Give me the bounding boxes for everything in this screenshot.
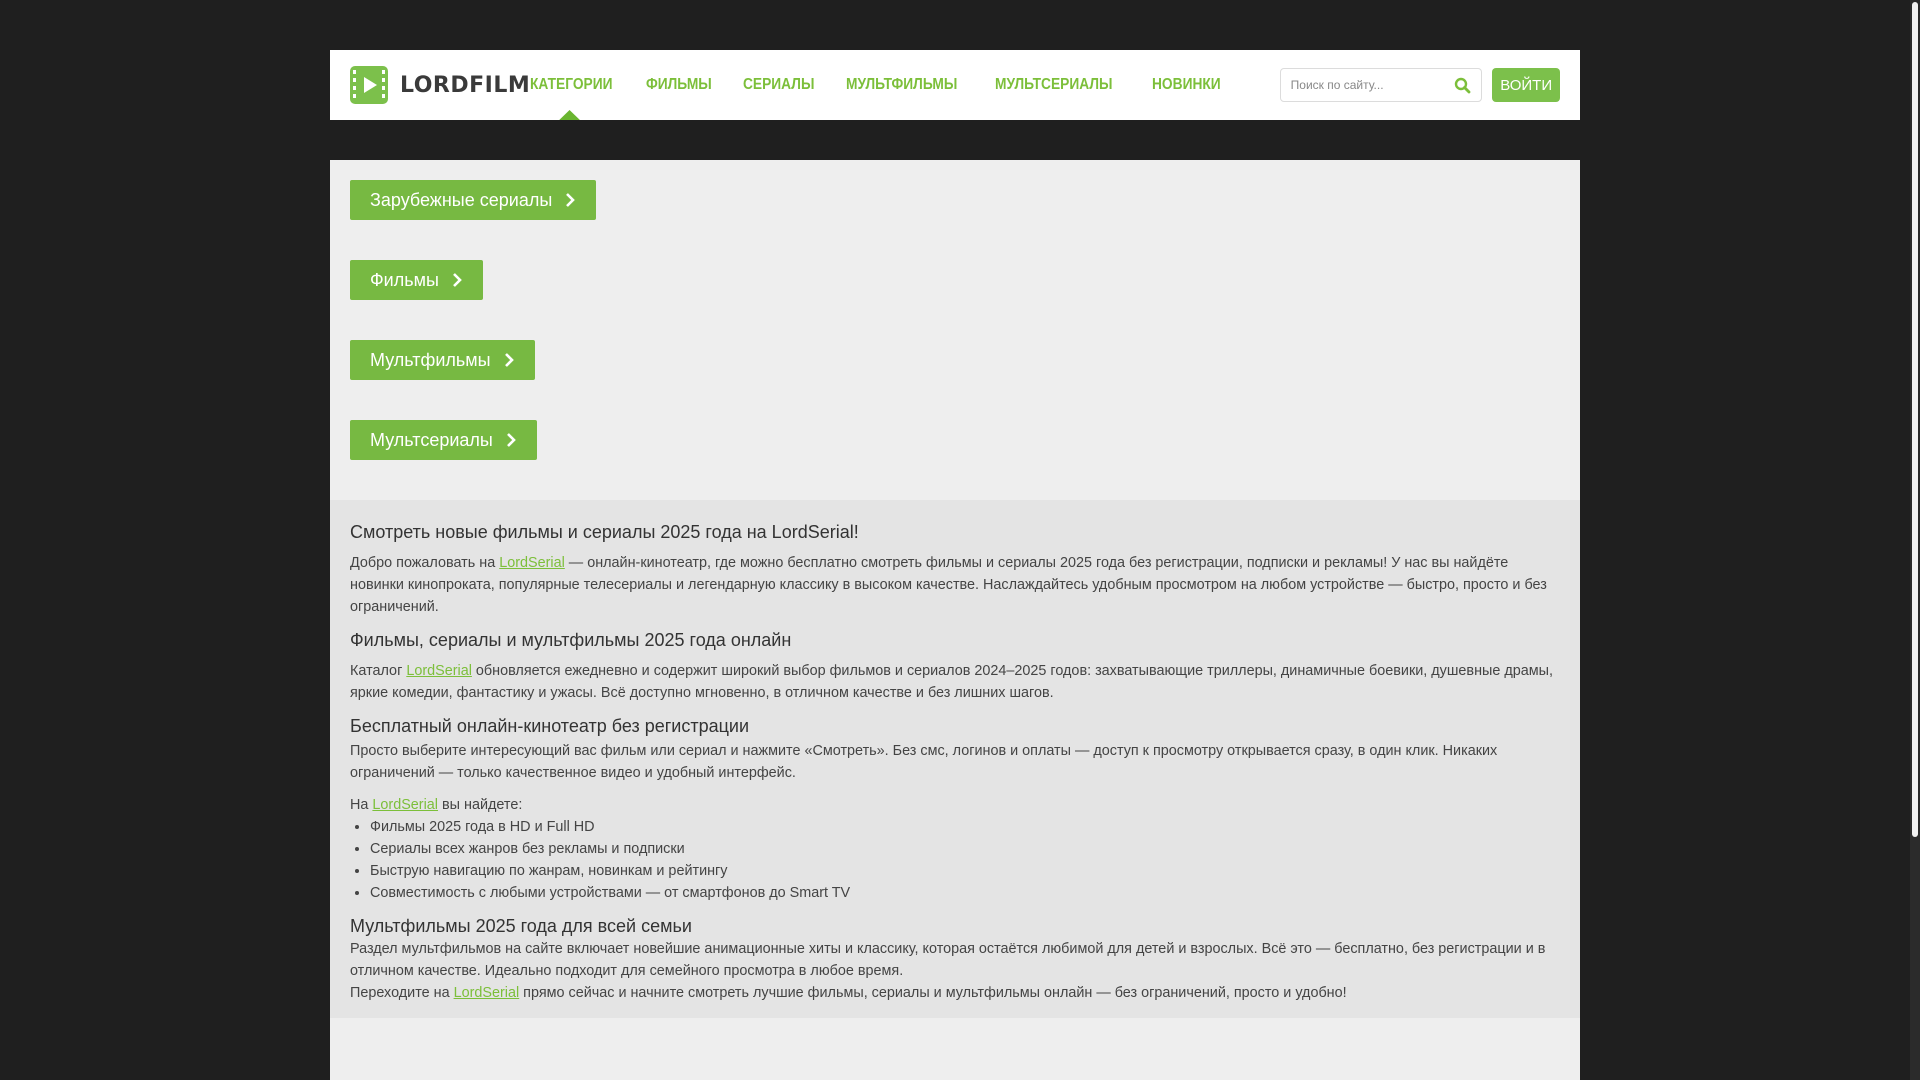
section-heading: Фильмы, сериалы и мультфильмы 2025 года … (350, 630, 792, 650)
site-logo[interactable]: LORDFILM (350, 66, 530, 104)
nav-cartoon-series[interactable]: МУЛЬТСЕРИАЛЫ (995, 50, 1112, 120)
paragraph: Каталог LordSerial обновляется ежедневно… (350, 663, 1554, 701)
section-heading: Бесплатный онлайн-кинотеатр без регистра… (350, 716, 750, 736)
section-heading: Мультфильмы 2025 года для всей семьи (350, 916, 692, 936)
nav-categories[interactable]: КАТЕГОРИИ (530, 50, 613, 120)
search-box (1279, 68, 1483, 102)
list-item: Фильмы 2025 года в HD и Full HD (370, 816, 1560, 838)
film-play-icon (350, 66, 388, 104)
chevron-right-icon (566, 193, 576, 207)
chevron-right-icon (453, 273, 462, 287)
lordserial-link[interactable]: LordSerial (372, 797, 438, 813)
nav-films[interactable]: ФИЛЬМЫ (646, 50, 712, 120)
search-input[interactable] (1280, 69, 1482, 101)
chevron-right-icon (506, 433, 516, 447)
chevron-right-icon (504, 353, 514, 367)
main-nav: КАТЕГОРИИ ФИЛЬМЫ СЕРИАЛЫ МУЛЬТФИЛЬМЫ МУЛ… (530, 50, 1251, 120)
feature-list: Фильмы 2025 года в HD и Full HD Сериалы … (370, 816, 1560, 904)
nav-cartoons[interactable]: МУЛЬТФИЛЬМЫ (846, 50, 957, 120)
nav-series[interactable]: СЕРИАЛЫ (743, 50, 814, 120)
categories-panel: Зарубежные сериалы Фильмы Мультфильмы Му… (330, 160, 1580, 500)
paragraph: Раздел мультфильмов на сайте включает но… (350, 941, 1546, 979)
list-item: Сериалы всех жанров без рекламы и подпис… (370, 838, 1560, 860)
list-item: Совместимость с любыми устройствами — от… (370, 882, 1560, 904)
lordserial-link[interactable]: LordSerial (406, 663, 472, 679)
lordserial-link[interactable]: LordSerial (499, 555, 565, 571)
footer-area (330, 1018, 1580, 1080)
section-heading: Смотреть новые фильмы и сериалы 2025 год… (350, 522, 859, 542)
search-icon[interactable] (1454, 77, 1471, 94)
category-label: Мультсериалы (370, 429, 493, 450)
logo-text: LORDFILM (400, 72, 531, 98)
category-cartoon-series[interactable]: Мультсериалы (350, 420, 537, 460)
paragraph: Просто выберите интересующий вас фильм и… (350, 743, 1498, 781)
lordserial-link[interactable]: LordSerial (454, 985, 520, 1001)
category-cartoons[interactable]: Мультфильмы (350, 340, 535, 380)
category-label: Зарубежные сериалы (370, 189, 553, 210)
list-item: Быструю навигацию по жанрам, новинкам и … (370, 860, 1560, 882)
category-label: Фильмы (370, 269, 439, 290)
page-scrollbar[interactable] (1910, 0, 1920, 1080)
scrollbar-thumb[interactable] (1912, 2, 1918, 837)
nav-new[interactable]: НОВИНКИ (1152, 50, 1221, 120)
category-foreign-series[interactable]: Зарубежные сериалы (350, 180, 597, 220)
paragraph: Добро пожаловать на LordSerial — онлайн-… (350, 555, 1547, 615)
category-label: Мультфильмы (370, 349, 491, 370)
paragraph: На LordSerial вы найдете: (350, 797, 523, 813)
login-button[interactable]: ВОЙТИ (1492, 68, 1560, 102)
category-films[interactable]: Фильмы (350, 260, 483, 300)
seo-text-block: Смотреть новые фильмы и сериалы 2025 год… (330, 500, 1580, 1018)
site-header: LORDFILM КАТЕГОРИИ ФИЛЬМЫ СЕРИАЛЫ МУЛЬТФ… (330, 50, 1580, 120)
paragraph: Переходите на LordSerial прямо сейчас и … (350, 985, 1347, 1001)
